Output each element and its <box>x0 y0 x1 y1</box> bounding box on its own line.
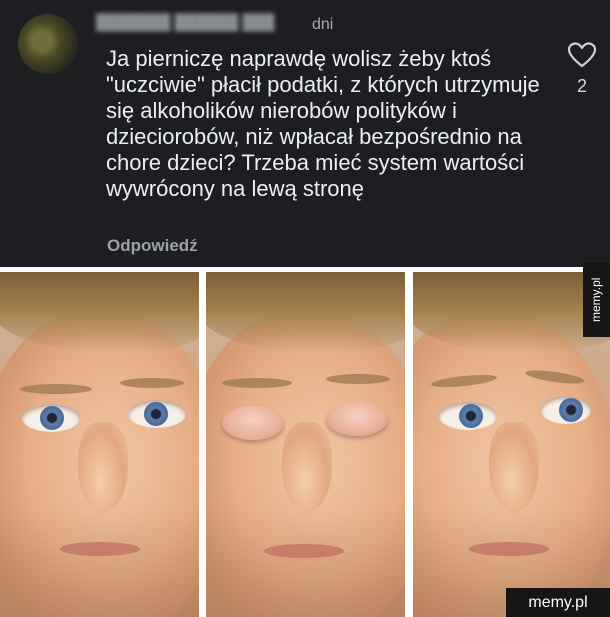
eye-right <box>541 396 591 424</box>
author-name-blurred: ███████ ██████ ███ <box>96 14 275 31</box>
eye-left <box>22 404 80 432</box>
closed-eye-right <box>326 402 388 436</box>
watermark-bottom[interactable]: memy.pl <box>506 588 610 617</box>
comment-screenshot: ███████ ██████ ███ dni Ja pierniczę napr… <box>0 0 610 267</box>
avatar[interactable] <box>18 14 78 74</box>
reply-button[interactable]: Odpowiedź <box>107 236 198 256</box>
blinking-guy-meme <box>0 267 610 617</box>
like-count: 2 <box>576 76 587 96</box>
meme-panel-eyes-closed <box>206 272 405 617</box>
watermark-side: memy.pl <box>583 263 610 337</box>
meme-panel-eyes-open-puzzled <box>413 272 610 617</box>
eye-left <box>439 402 497 430</box>
closed-eye-left <box>222 406 284 440</box>
comment-timestamp: dni <box>312 16 334 33</box>
heart-outline-icon[interactable] <box>567 42 597 68</box>
eye-right <box>128 400 186 428</box>
comment-text: Ja pierniczę naprawdę wolisz żeby ktoś "… <box>106 46 540 201</box>
meme-panel-eyes-open <box>0 272 199 617</box>
